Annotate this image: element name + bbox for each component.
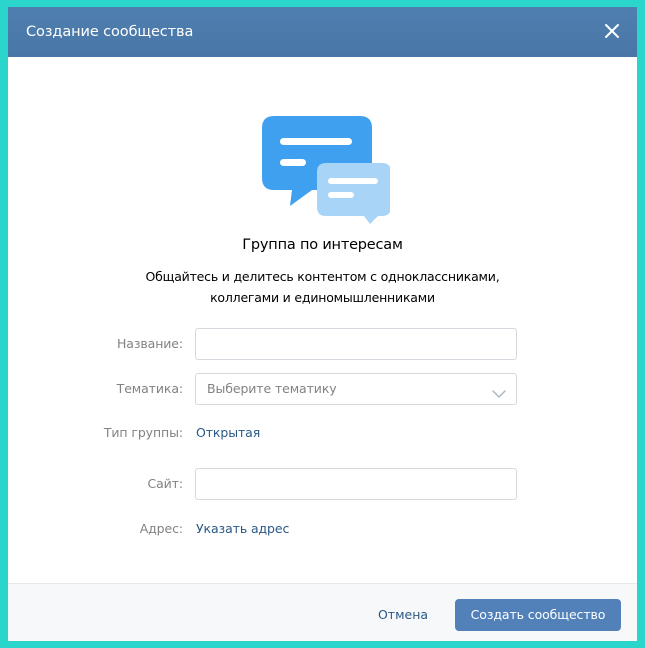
address-label: Адрес: xyxy=(139,521,183,536)
modal-footer: Отмена Создать сообщество xyxy=(8,583,637,641)
modal-title: Создание сообщества xyxy=(26,24,194,40)
description-line-2: коллегами и единомышленниками xyxy=(210,290,435,305)
name-input[interactable] xyxy=(195,328,517,360)
group-type-label: Тип группы: xyxy=(103,425,183,440)
create-community-modal: Создание сообщества Группа по интересам … xyxy=(8,7,637,641)
topic-label: Тематика: xyxy=(116,381,183,396)
group-type-link[interactable]: Открытая xyxy=(196,425,260,440)
close-icon[interactable] xyxy=(601,20,623,42)
chevron-down-icon xyxy=(492,384,506,403)
topic-placeholder: Выберите тематику xyxy=(207,381,337,396)
group-type-title: Группа по интересам xyxy=(242,237,403,253)
cancel-button[interactable]: Отмена xyxy=(363,600,443,630)
chat-bubbles-icon xyxy=(260,110,391,225)
site-input[interactable] xyxy=(195,468,517,500)
create-community-button[interactable]: Создать сообщество xyxy=(455,599,621,631)
modal-header: Создание сообщества xyxy=(8,7,637,57)
group-type-description: Общайтесь и делитесь контентом с однокла… xyxy=(108,266,537,308)
name-label: Название: xyxy=(116,336,183,351)
site-label: Сайт: xyxy=(147,476,183,491)
description-line-1: Общайтесь и делитесь контентом с однокла… xyxy=(145,269,500,284)
address-link[interactable]: Указать адрес xyxy=(196,521,289,536)
topic-select[interactable]: Выберите тематику xyxy=(195,373,517,405)
